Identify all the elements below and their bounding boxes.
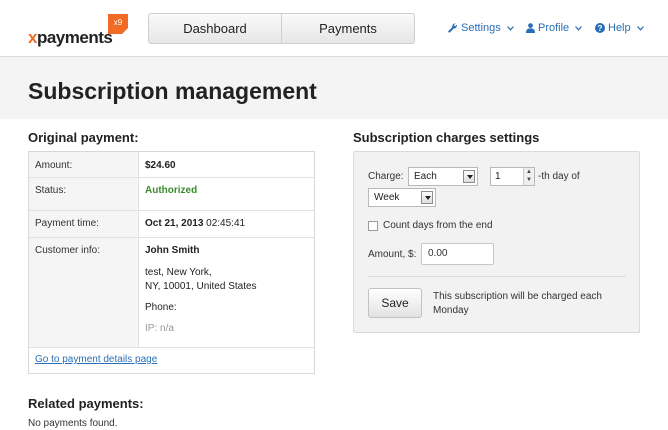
logo-badge-text: x9 xyxy=(114,18,123,27)
amount-field-label: Amount, $: xyxy=(368,249,417,260)
chevron-down-icon xyxy=(506,25,514,31)
logo-text: xpayments xyxy=(28,28,113,48)
day-suffix-label: -th day of xyxy=(538,171,580,182)
table-row: Amount: $24.60 xyxy=(29,152,314,178)
day-number-stepper[interactable]: 1 ▲ ▼ xyxy=(490,167,535,186)
table-row: Status: Authorized xyxy=(29,178,314,211)
customer-phone: Phone: xyxy=(145,302,177,313)
chevron-down-icon xyxy=(421,191,433,204)
svg-text:?: ? xyxy=(598,24,603,33)
status-label: Status: xyxy=(29,178,139,210)
chevron-down-icon[interactable]: ▼ xyxy=(524,176,534,184)
amount-input[interactable]: 0.00 xyxy=(421,243,494,265)
subscription-settings-title: Subscription charges settings xyxy=(353,130,540,145)
main-nav: Dashboard Payments xyxy=(148,13,415,44)
related-payments-empty: No payments found. xyxy=(28,418,118,429)
tab-dashboard[interactable]: Dashboard xyxy=(149,14,281,43)
payment-time-label: Payment time: xyxy=(29,211,139,237)
original-payment-title: Original payment: xyxy=(28,130,139,145)
customer-address-line2: NY, 10001, United States xyxy=(145,281,257,292)
subscription-settings-panel: Charge: Each 1 ▲ ▼ -th day of Week Count… xyxy=(353,151,640,333)
chevron-down-icon xyxy=(463,170,475,183)
original-payment-table: Amount: $24.60 Status: Authorized Paymen… xyxy=(28,151,315,374)
wrench-icon xyxy=(448,23,457,33)
logo-text-x: x xyxy=(28,28,37,47)
top-header: x9 xpayments Dashboard Payments Settings… xyxy=(0,0,668,57)
payment-details-link[interactable]: Go to payment details page xyxy=(35,354,157,365)
settings-menu-label: Settings xyxy=(461,22,501,34)
settings-menu[interactable]: Settings xyxy=(448,22,514,34)
settings-divider xyxy=(368,276,626,277)
status-badge: Authorized xyxy=(145,185,198,196)
amount-value: $24.60 xyxy=(145,160,176,171)
help-menu[interactable]: ? Help xyxy=(595,22,644,34)
count-from-end-checkbox[interactable] xyxy=(368,221,378,231)
tab-payments[interactable]: Payments xyxy=(281,14,414,43)
table-row: Customer info: John Smith test, New York… xyxy=(29,238,314,348)
table-row: Payment time: Oct 21, 2013 02:45:41 xyxy=(29,211,314,238)
profile-menu[interactable]: Profile xyxy=(526,22,583,34)
related-payments-title: Related payments: xyxy=(28,396,144,411)
payment-time-value: Oct 21, 2013 02:45:41 xyxy=(145,218,245,229)
help-menu-label: Help xyxy=(608,22,631,34)
schedule-note: This subscription will be charged each M… xyxy=(433,291,602,316)
question-circle-icon: ? xyxy=(595,23,605,33)
chevron-up-icon[interactable]: ▲ xyxy=(524,168,534,176)
customer-name: John Smith xyxy=(145,245,200,256)
payment-date: Oct 21, 2013 xyxy=(145,218,204,229)
xpayments-logo[interactable]: x9 xpayments xyxy=(28,14,128,48)
period-value: Week xyxy=(374,192,400,203)
charge-label: Charge: xyxy=(368,171,404,182)
profile-menu-label: Profile xyxy=(538,22,570,34)
logo-text-rest: payments xyxy=(36,28,113,47)
count-from-end-label[interactable]: Count days from the end xyxy=(383,220,493,231)
charge-mode-select[interactable]: Each xyxy=(408,167,478,186)
user-icon xyxy=(526,23,535,33)
amount-label: Amount: xyxy=(29,152,139,177)
charge-mode-value: Each xyxy=(414,171,437,182)
customer-info-label: Customer info: xyxy=(29,238,139,347)
stepper-buttons[interactable]: ▲ ▼ xyxy=(523,168,534,185)
save-button[interactable]: Save xyxy=(368,288,422,318)
chevron-down-icon xyxy=(636,25,644,31)
customer-address-line1: test, New York, xyxy=(145,267,212,278)
page-title: Subscription management xyxy=(28,78,317,104)
day-number-value: 1 xyxy=(495,171,501,182)
period-select[interactable]: Week xyxy=(368,188,436,207)
customer-ip: IP: n/a xyxy=(145,323,174,334)
chevron-down-icon xyxy=(575,25,583,31)
payment-clock: 02:45:41 xyxy=(206,218,246,229)
